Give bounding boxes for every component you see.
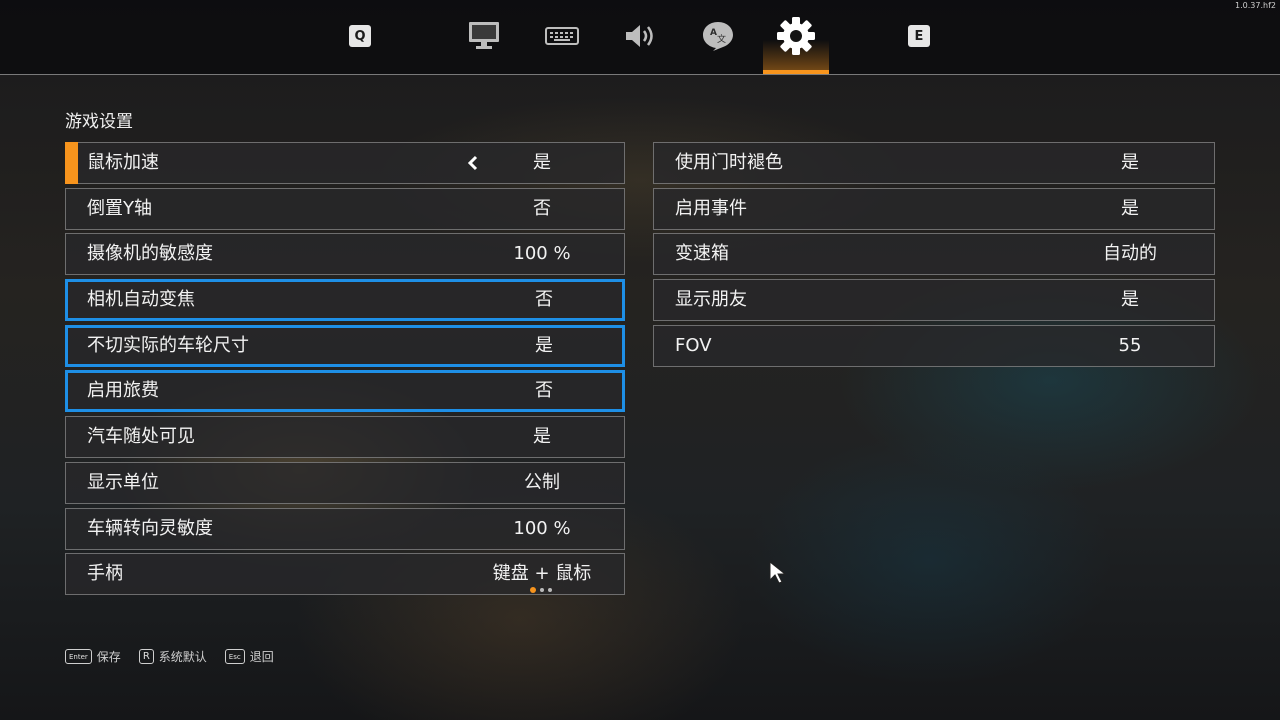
back-label: 退回 — [249, 650, 274, 664]
setting-label: 显示朋友 — [675, 289, 747, 311]
setting-value: 是 — [1121, 152, 1139, 173]
back-hint[interactable]: Esc 退回 — [224, 648, 274, 665]
setting-value: 公制 — [524, 471, 560, 493]
r-key-icon: R — [138, 649, 154, 664]
option-page-dots — [530, 587, 552, 594]
setting-row-controller[interactable]: 手柄 键盘 + 鼠标 — [65, 553, 625, 596]
setting-value: 自动的 — [1103, 243, 1157, 265]
chevron-left-icon[interactable] — [468, 155, 478, 171]
default-label: 系统默认 — [158, 650, 207, 664]
tab-display[interactable] — [462, 14, 506, 58]
setting-row-cars-visible-everywhere[interactable]: 汽车随处可见 是 — [65, 416, 625, 459]
setting-label: 不切实际的车轮尺寸 — [87, 334, 249, 356]
setting-value: 100 % — [513, 517, 571, 539]
setting-value: 是 — [535, 334, 553, 356]
setting-row-show-friends[interactable]: 显示朋友 是 — [653, 279, 1215, 322]
speaker-icon — [626, 25, 653, 47]
tab-audio[interactable] — [618, 14, 662, 58]
selected-row-marker — [65, 142, 78, 184]
setting-row-display-units[interactable]: 显示单位 公制 — [65, 461, 625, 504]
enter-key-icon: Enter — [65, 649, 92, 664]
gear-icon — [777, 17, 815, 55]
setting-label: 手柄 — [87, 563, 123, 585]
right-settings-column: 使用门时褪色 是 启用事件 是 变速箱 自动的 显示朋友 是 FOV 55 — [653, 142, 1215, 370]
version-label: 1.0.37.hf2 — [1235, 1, 1276, 10]
setting-value: 55 — [1118, 334, 1142, 356]
setting-row-steering-sensitivity[interactable]: 车辆转向灵敏度 100 % — [65, 507, 625, 550]
setting-label: 倒置Y轴 — [87, 197, 152, 219]
setting-value: 是 — [1121, 197, 1139, 219]
setting-label: 相机自动变焦 — [87, 289, 195, 311]
left-settings-column: 鼠标加速 是 倒置Y轴 否 摄像机的敏感度 100 % 相机自动变焦 否 不切实… — [65, 142, 625, 599]
setting-row-fov[interactable]: FOV 55 — [653, 324, 1215, 367]
svg-text:文: 文 — [717, 33, 726, 45]
setting-label: 摄像机的敏感度 — [87, 243, 213, 265]
tab-game-settings[interactable] — [774, 14, 818, 58]
setting-row-unrealistic-wheel-size[interactable]: 不切实际的车轮尺寸 是 — [65, 324, 625, 367]
setting-label: FOV — [675, 334, 712, 356]
tab-controls[interactable] — [540, 14, 584, 58]
setting-label: 车辆转向灵敏度 — [87, 517, 213, 539]
footer-hints: Enter 保存 R 系统默认 Esc 退回 — [65, 648, 292, 665]
setting-label: 变速箱 — [675, 243, 729, 265]
setting-row-camera-sensitivity[interactable]: 摄像机的敏感度 100 % — [65, 233, 625, 276]
setting-value: 是 — [533, 152, 551, 173]
page-dot-active — [530, 587, 536, 594]
setting-row-invert-y[interactable]: 倒置Y轴 否 — [65, 187, 625, 230]
esc-key-icon: Esc — [224, 649, 245, 664]
page-dot — [548, 588, 552, 593]
setting-row-enable-travel-cost[interactable]: 启用旅费 否 — [65, 370, 625, 413]
monitor-icon — [469, 22, 499, 49]
setting-value: 是 — [533, 426, 551, 448]
language-icon: A 文 — [703, 22, 733, 51]
svg-text:A: A — [710, 28, 717, 38]
save-hint[interactable]: Enter 保存 — [65, 648, 121, 665]
setting-value: 否 — [533, 197, 551, 219]
section-title: 游戏设置 — [65, 112, 133, 132]
setting-row-fade-doors[interactable]: 使用门时褪色 是 — [653, 142, 1215, 184]
top-tab-bar: Q A 文 E 1.0.37.hf2 — [0, 0, 1280, 75]
next-tab-key[interactable]: E — [908, 25, 930, 47]
setting-label: 使用门时褪色 — [675, 152, 783, 173]
keyboard-icon — [545, 27, 579, 45]
setting-value: 否 — [535, 380, 553, 402]
setting-label: 鼠标加速 — [87, 152, 159, 173]
prev-tab-key[interactable]: Q — [349, 25, 371, 47]
setting-row-mouse-acceleration[interactable]: 鼠标加速 是 — [65, 142, 625, 184]
setting-label: 启用旅费 — [87, 380, 159, 402]
page-dot — [540, 588, 544, 593]
setting-label: 显示单位 — [87, 471, 159, 493]
setting-label: 汽车随处可见 — [87, 426, 195, 448]
setting-row-gearbox[interactable]: 变速箱 自动的 — [653, 233, 1215, 276]
setting-value: 否 — [535, 289, 553, 311]
save-label: 保存 — [96, 650, 121, 664]
setting-value: 100 % — [513, 243, 571, 265]
setting-label: 启用事件 — [675, 197, 747, 219]
tab-language[interactable]: A 文 — [696, 14, 740, 58]
active-tab-indicator — [763, 70, 829, 74]
default-hint[interactable]: R 系统默认 — [138, 648, 207, 665]
mouse-cursor-icon — [769, 561, 787, 584]
setting-row-enable-events[interactable]: 启用事件 是 — [653, 187, 1215, 230]
setting-row-camera-auto-zoom[interactable]: 相机自动变焦 否 — [65, 279, 625, 322]
setting-value: 是 — [1121, 289, 1139, 311]
